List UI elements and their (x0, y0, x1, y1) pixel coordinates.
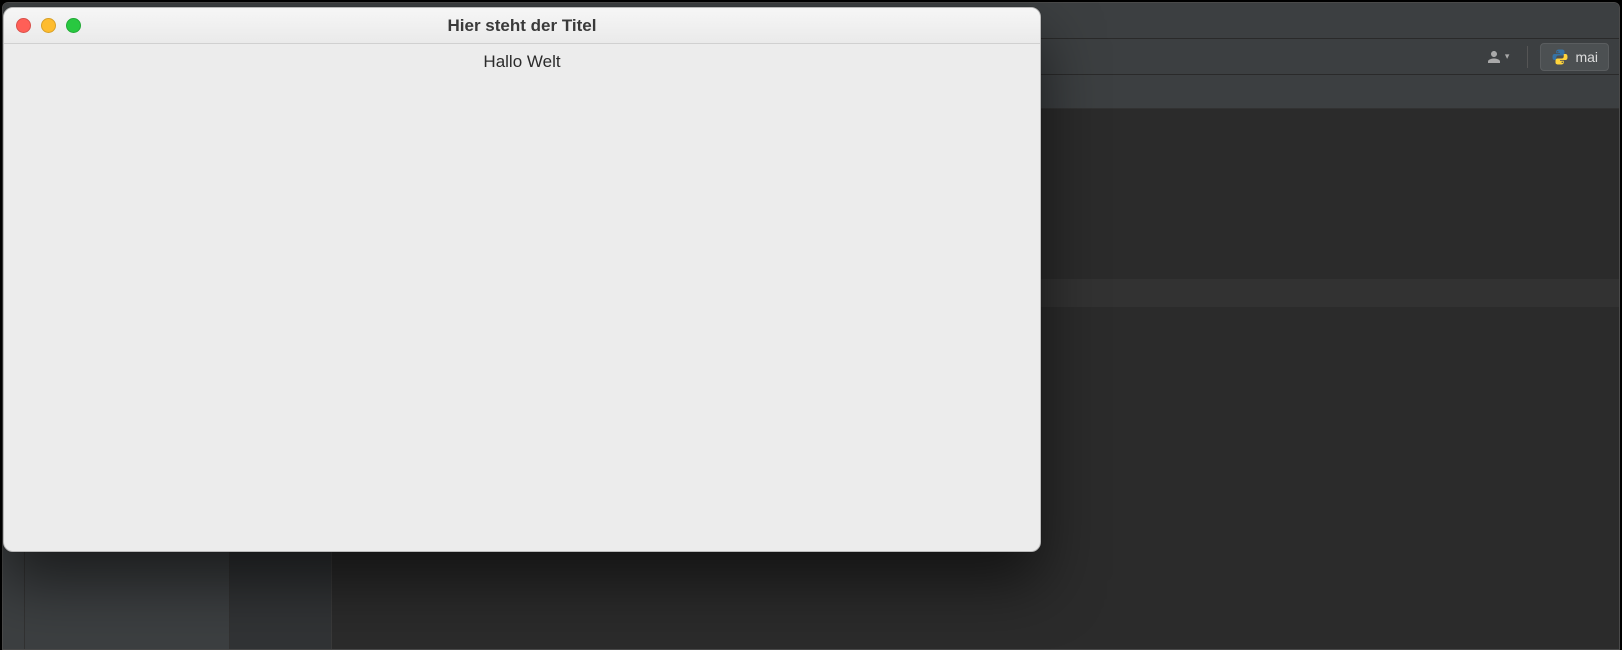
window-body: Hallo Welt (4, 44, 1040, 72)
minimize-icon[interactable] (41, 18, 56, 33)
chevron-down-icon: ▾ (1505, 51, 1510, 62)
run-config-label: mai (1575, 49, 1598, 65)
python-icon (1551, 48, 1569, 66)
window-title: Hier steht der Titel (4, 16, 1040, 36)
hello-label: Hallo Welt (483, 52, 560, 71)
code-with-me-button[interactable]: ▾ (1479, 44, 1516, 70)
traffic-lights (4, 18, 81, 33)
run-config-selector[interactable]: mai (1540, 43, 1609, 71)
toolbar-divider (1527, 46, 1528, 68)
user-icon (1485, 48, 1503, 66)
zoom-icon[interactable] (66, 18, 81, 33)
titlebar[interactable]: Hier steht der Titel (4, 8, 1040, 44)
close-icon[interactable] (16, 18, 31, 33)
app-window[interactable]: Hier steht der Titel Hallo Welt (3, 7, 1041, 552)
